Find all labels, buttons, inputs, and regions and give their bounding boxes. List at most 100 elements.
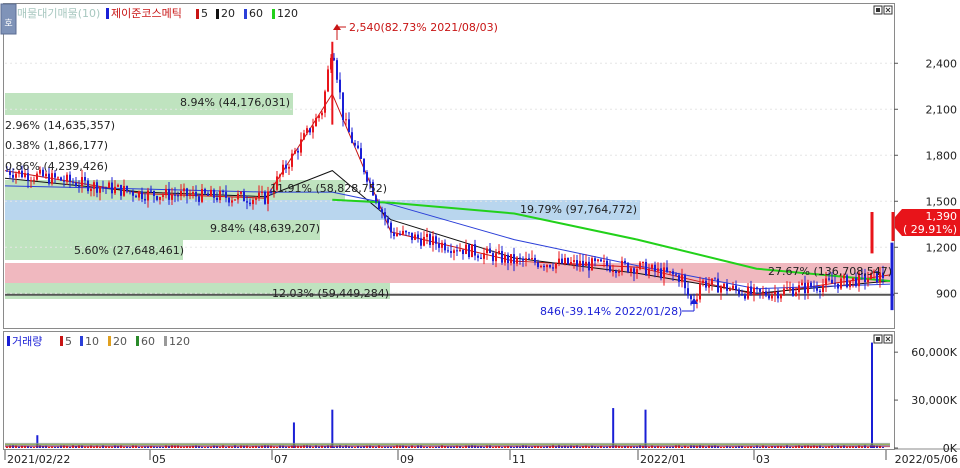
volume-spike <box>331 409 334 448</box>
candle-body <box>627 262 629 272</box>
candle-body <box>324 91 326 113</box>
candle-body <box>552 267 554 269</box>
candle-body <box>405 230 407 233</box>
candle-body <box>765 291 767 296</box>
candle-body <box>288 166 290 169</box>
x-axis-label: 2022/05/06 <box>895 453 958 466</box>
volume-bar <box>276 447 278 448</box>
candle-body <box>801 282 803 286</box>
volume-bar <box>501 447 503 448</box>
candle-body <box>642 261 644 263</box>
candle-body <box>570 262 572 264</box>
candle-body <box>426 234 428 237</box>
candle-body <box>669 271 671 273</box>
candle-body <box>75 182 77 187</box>
candle-body <box>54 173 56 178</box>
candle-body <box>60 177 62 181</box>
candle-body <box>63 180 65 182</box>
price-tick-label: 1,200 <box>926 241 958 254</box>
candle-body <box>588 261 590 271</box>
candle-body <box>357 145 359 149</box>
legend-volume-ma-swatch <box>164 336 167 346</box>
candle-body <box>168 188 170 200</box>
candle-body <box>468 244 470 258</box>
x-axis-label: 07 <box>274 453 288 466</box>
candle-body <box>195 192 197 197</box>
price-tick-label: 1,500 <box>926 195 958 208</box>
candle-body <box>231 200 233 203</box>
candle-body <box>603 260 605 262</box>
candle-body <box>135 195 137 198</box>
candle-body <box>450 251 452 253</box>
candle-body <box>492 253 494 262</box>
candle-body <box>513 254 515 264</box>
candle-body <box>363 158 365 173</box>
candle-body <box>651 264 653 269</box>
legend-ma-swatch <box>272 9 275 19</box>
candle-body <box>102 187 104 189</box>
candle-body <box>27 173 29 181</box>
max-annotation: 2,540(82.73% 2021/08/03) <box>349 21 498 34</box>
candle-body <box>525 258 527 261</box>
legend-ma-swatch <box>216 9 219 19</box>
candle-body <box>834 283 836 285</box>
candle-body <box>717 278 719 293</box>
candle-body <box>186 188 188 197</box>
candle-body <box>837 283 839 289</box>
stock-chart-window: 900 1,200 1,500 1,800 2,100 2,400 0K 30,000K 60… <box>0 0 960 468</box>
legend-ma-label: 120 <box>277 7 298 20</box>
candle-body <box>462 249 464 255</box>
candle-body <box>711 278 713 285</box>
candle-body <box>672 271 674 275</box>
candle-body <box>867 279 869 283</box>
volume-bar <box>681 446 683 448</box>
candle-body <box>207 193 209 196</box>
candle-body <box>162 195 164 197</box>
candle-body <box>576 260 578 267</box>
candle-body <box>141 191 143 199</box>
candle-body <box>735 285 737 290</box>
candle-body <box>741 294 743 296</box>
candle-body <box>342 92 344 121</box>
candle-body <box>360 148 362 159</box>
candle-body <box>246 201 248 203</box>
volume-bar <box>687 446 689 448</box>
candle-body <box>237 193 239 200</box>
candle-body <box>354 142 356 146</box>
candle-body <box>666 267 668 272</box>
candle-body <box>759 289 761 292</box>
candle-body <box>825 278 827 286</box>
candle-body <box>306 128 308 134</box>
candle-body <box>93 182 95 189</box>
candle-body <box>36 173 38 180</box>
volume-bar <box>492 446 494 448</box>
candle-body <box>30 180 32 182</box>
candle-body <box>753 287 755 294</box>
candle-body <box>555 263 557 269</box>
candle-body <box>12 174 14 178</box>
candle-body <box>501 251 503 263</box>
candle-body <box>477 255 479 258</box>
candle-body <box>591 258 593 271</box>
candle-body <box>648 268 650 276</box>
legend-volume-ma-label: 60 <box>141 335 155 348</box>
candle-body <box>387 218 389 223</box>
candle-body <box>486 248 488 254</box>
volume-bar <box>462 446 464 448</box>
candle-body <box>549 264 551 268</box>
candle-body <box>702 280 704 284</box>
candle-body <box>339 79 341 93</box>
candle-body <box>612 271 614 273</box>
candle-body <box>420 238 422 246</box>
candle-body <box>249 202 251 205</box>
candle-body <box>318 115 320 118</box>
candle-body <box>621 260 623 272</box>
candle-body <box>453 250 455 253</box>
volume-bar <box>720 446 722 448</box>
legend-ma-label: 20 <box>221 7 235 20</box>
volume-bar <box>33 447 35 448</box>
candle-body <box>690 295 692 300</box>
candle-body <box>204 189 206 194</box>
candle-body <box>297 150 299 153</box>
candle-body <box>654 264 656 272</box>
